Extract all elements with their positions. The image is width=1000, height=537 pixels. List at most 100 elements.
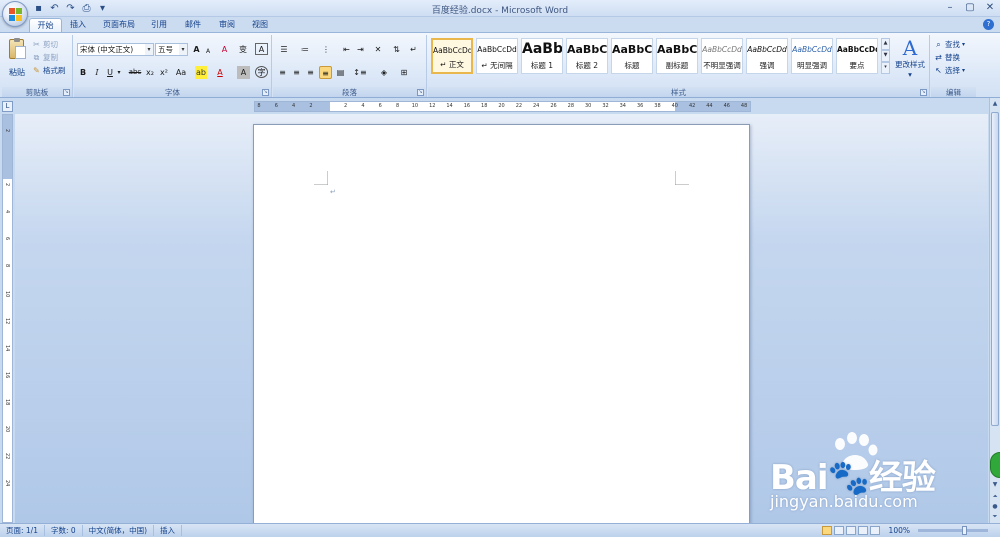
green-floating-icon[interactable]: [990, 452, 1000, 478]
clear-format-button[interactable]: A: [218, 43, 231, 56]
minimize-icon[interactable]: –: [940, 0, 960, 15]
style-subtitle[interactable]: AaBbC 副标题: [656, 38, 698, 74]
style-normal[interactable]: AaBbCcDd ↵ 正文: [431, 38, 473, 74]
italic-button[interactable]: I: [92, 66, 102, 79]
tab-review[interactable]: 审阅: [212, 18, 242, 32]
style-heading-2[interactable]: AaBbC 标题 2: [566, 38, 608, 74]
insert-mode[interactable]: 插入: [154, 525, 183, 536]
zoom-slider[interactable]: [918, 526, 988, 535]
group-editing: ⌕ 查找 ▾ ⇄ 替换 ↖ 选择 ▾ 编辑: [931, 35, 976, 97]
chevron-down-icon[interactable]: ▾: [115, 66, 123, 79]
style-subtle-emphasis[interactable]: AaBbCcDd 不明显强调: [701, 38, 743, 74]
more-icon[interactable]: ▾: [881, 62, 890, 74]
full-screen-reading-icon[interactable]: [834, 526, 844, 535]
draft-icon[interactable]: [870, 526, 880, 535]
tab-view[interactable]: 视图: [245, 18, 275, 32]
close-icon[interactable]: ✕: [980, 0, 1000, 15]
ruler-tick-label: 28: [567, 103, 575, 109]
strikethrough-button[interactable]: abc: [127, 66, 143, 79]
font-launcher-icon[interactable]: ↘: [262, 89, 269, 96]
borders-icon[interactable]: ⊞: [395, 66, 413, 79]
word-count[interactable]: 字数: 0: [45, 525, 83, 536]
distributed-icon[interactable]: ▤: [334, 66, 347, 79]
change-case-button[interactable]: Aa: [173, 66, 189, 79]
align-center-icon[interactable]: ≡: [290, 66, 303, 79]
line-spacing-icon[interactable]: ↕≡: [351, 66, 369, 79]
style-emphasis[interactable]: AaBbCcDd 强调: [746, 38, 788, 74]
zoom-slider-thumb[interactable]: [962, 526, 967, 535]
style-intense-emphasis[interactable]: AaBbCcDd 明显强调: [791, 38, 833, 74]
paragraph-launcher-icon[interactable]: ↘: [417, 89, 424, 96]
copy-button[interactable]: ⧉ 复制: [32, 52, 58, 63]
title-bar: ▪ ↶ ↷ ⎙ ▾ 百度经验.docx - Microsoft Word – ▢…: [0, 0, 1000, 17]
format-painter-button[interactable]: ✎ 格式刷: [32, 65, 65, 76]
tab-home[interactable]: 开始: [29, 18, 62, 32]
phonetic-guide-button[interactable]: 变: [236, 43, 250, 56]
tab-references[interactable]: 引用: [144, 18, 174, 32]
styles-launcher-icon[interactable]: ↘: [920, 89, 927, 96]
subscript-button[interactable]: x₂: [144, 66, 156, 79]
chevron-down-icon: ▾: [145, 44, 153, 55]
increase-indent-icon[interactable]: ⇥: [354, 43, 367, 56]
chevron-up-icon[interactable]: ▲: [991, 99, 999, 109]
select-button[interactable]: ↖ 选择 ▾: [934, 65, 965, 76]
bullets-icon[interactable]: ☰: [276, 43, 292, 56]
style-heading-1[interactable]: AaBb 标题 1: [521, 38, 563, 74]
zoom-level[interactable]: 100%: [889, 526, 910, 535]
justify-icon[interactable]: ≡: [319, 66, 332, 79]
office-button[interactable]: [2, 1, 28, 27]
group-label-font: 字体: [74, 87, 271, 97]
font-size-combo[interactable]: 五号 ▾: [155, 43, 188, 56]
shrink-font-button[interactable]: A: [203, 45, 213, 58]
clipboard-launcher-icon[interactable]: ↘: [63, 89, 70, 96]
find-button[interactable]: ⌕ 查找 ▾: [934, 39, 965, 50]
bold-button[interactable]: B: [78, 66, 88, 79]
multilevel-list-icon[interactable]: ⋮: [318, 43, 334, 56]
grow-font-button[interactable]: A: [191, 43, 202, 56]
tab-page-layout[interactable]: 页面布局: [98, 18, 140, 32]
style-no-spacing[interactable]: AaBbCcDd ↵ 无间隔: [476, 38, 518, 74]
group-label-paragraph: 段落: [273, 87, 426, 97]
align-left-icon[interactable]: ≡: [276, 66, 289, 79]
scrollbar-thumb[interactable]: [991, 112, 999, 426]
show-marks-icon[interactable]: ↵: [407, 43, 420, 56]
vertical-ruler[interactable]: 2 2 4 6 8 10 12 14 16 18 20 22 24: [2, 114, 13, 523]
style-strong[interactable]: AaBbCcDd 要点: [836, 38, 878, 74]
outline-icon[interactable]: [858, 526, 868, 535]
help-icon[interactable]: ?: [983, 19, 994, 30]
font-color-button[interactable]: A: [214, 66, 226, 79]
char-shading-button[interactable]: A: [237, 66, 250, 79]
paste-button[interactable]: 粘贴: [5, 37, 29, 83]
language-indicator[interactable]: 中文(简体，中国): [83, 525, 155, 536]
font-name-combo[interactable]: 宋体 (中文正文) ▾: [77, 43, 154, 56]
shading-icon[interactable]: ◈: [375, 66, 393, 79]
web-layout-icon[interactable]: [846, 526, 856, 535]
maximize-icon[interactable]: ▢: [960, 0, 980, 15]
decrease-indent-icon[interactable]: ⇤: [340, 43, 353, 56]
horizontal-ruler[interactable]: 8 6 4 2 2 4 6 8 10 12 14 16 18 20 22 24 26 28 30 32 34 36 38 40…: [254, 101, 751, 112]
chevron-down-icon[interactable]: ▼: [881, 50, 890, 62]
tab-mailings[interactable]: 邮件: [178, 18, 208, 32]
change-styles-button[interactable]: A 更改样式 ▾: [892, 37, 928, 83]
chevron-up-icon[interactable]: ▲: [881, 38, 890, 50]
align-right-icon[interactable]: ≡: [304, 66, 317, 79]
char-border-button[interactable]: A: [255, 43, 268, 55]
document-page[interactable]: ↵: [253, 124, 750, 524]
superscript-button[interactable]: x²: [158, 66, 170, 79]
tab-selector-icon[interactable]: L: [2, 101, 13, 112]
cut-button[interactable]: ✂ 剪切: [32, 39, 58, 50]
numbering-icon[interactable]: ≔: [297, 43, 313, 56]
sort-icon[interactable]: ⇅: [390, 43, 403, 56]
page-count[interactable]: 页面: 1/1: [0, 525, 45, 536]
asian-layout-icon[interactable]: ✕: [370, 43, 386, 56]
print-layout-icon[interactable]: [822, 526, 832, 535]
paste-label: 粘贴: [9, 68, 25, 77]
tab-insert[interactable]: 插入: [64, 18, 92, 32]
underline-button[interactable]: U: [105, 66, 115, 79]
ruler-tick-label: 34: [619, 103, 626, 109]
highlight-icon[interactable]: ab: [195, 66, 207, 79]
enclose-char-icon[interactable]: 字: [255, 66, 268, 78]
style-title[interactable]: AaBbC 标题: [611, 38, 653, 74]
ruler-tick-label: 46: [723, 103, 730, 109]
replace-button[interactable]: ⇄ 替换: [934, 52, 960, 63]
